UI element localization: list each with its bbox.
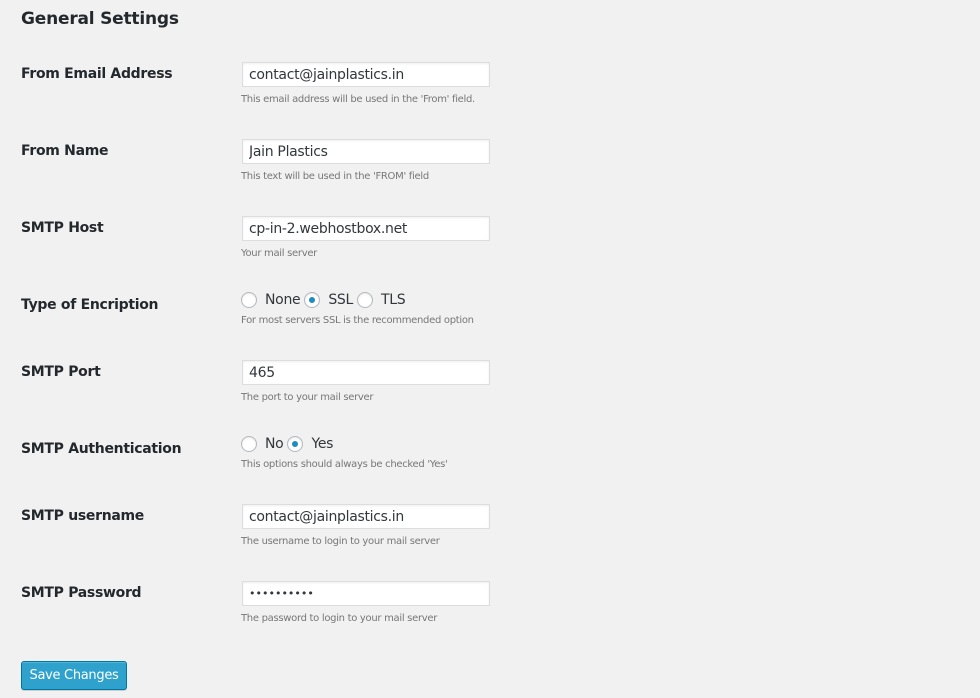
smtp-auth-radio-group: No Yes bbox=[241, 436, 337, 452]
encryption-label: Type of Encription bbox=[21, 297, 159, 313]
encryption-tls-label[interactable]: TLS bbox=[381, 292, 406, 308]
smtp-password-input[interactable] bbox=[242, 581, 490, 606]
smtp-password-description: The password to login to your mail serve… bbox=[241, 613, 438, 624]
from-name-description: This text will be used in the 'FROM' fie… bbox=[241, 171, 429, 182]
from-name-label: From Name bbox=[21, 143, 109, 159]
from-email-label: From Email Address bbox=[21, 66, 173, 82]
encryption-ssl-label[interactable]: SSL bbox=[328, 292, 353, 308]
encryption-none-label[interactable]: None bbox=[265, 292, 301, 308]
page-title: General Settings bbox=[21, 9, 179, 29]
smtp-username-description: The username to login to your mail serve… bbox=[241, 536, 440, 547]
smtp-host-description: Your mail server bbox=[241, 248, 317, 259]
smtp-auth-description: This options should always be checked 'Y… bbox=[241, 459, 448, 470]
save-changes-button[interactable]: Save Changes bbox=[21, 661, 127, 690]
encryption-none-radio[interactable] bbox=[241, 292, 257, 308]
encryption-ssl-radio[interactable] bbox=[304, 292, 321, 308]
from-name-input[interactable] bbox=[242, 139, 490, 164]
from-email-description: This email address will be used in the '… bbox=[241, 94, 475, 105]
smtp-port-description: The port to your mail server bbox=[241, 392, 374, 403]
smtp-auth-no-radio[interactable] bbox=[241, 436, 257, 452]
smtp-auth-label: SMTP Authentication bbox=[21, 441, 182, 457]
smtp-host-input[interactable] bbox=[242, 216, 490, 241]
smtp-username-label: SMTP username bbox=[21, 508, 144, 524]
from-email-input[interactable] bbox=[242, 62, 490, 87]
smtp-username-input[interactable] bbox=[242, 504, 490, 529]
smtp-auth-yes-label[interactable]: Yes bbox=[311, 436, 333, 452]
smtp-port-input[interactable] bbox=[242, 360, 490, 385]
smtp-password-label: SMTP Password bbox=[21, 585, 142, 601]
smtp-host-label: SMTP Host bbox=[21, 220, 104, 236]
smtp-auth-no-label[interactable]: No bbox=[265, 436, 284, 452]
encryption-description: For most servers SSL is the recommended … bbox=[241, 315, 474, 326]
smtp-port-label: SMTP Port bbox=[21, 364, 101, 380]
encryption-tls-radio[interactable] bbox=[357, 292, 374, 308]
encryption-radio-group: None SSL TLS bbox=[241, 292, 409, 308]
smtp-auth-yes-radio[interactable] bbox=[287, 436, 304, 452]
